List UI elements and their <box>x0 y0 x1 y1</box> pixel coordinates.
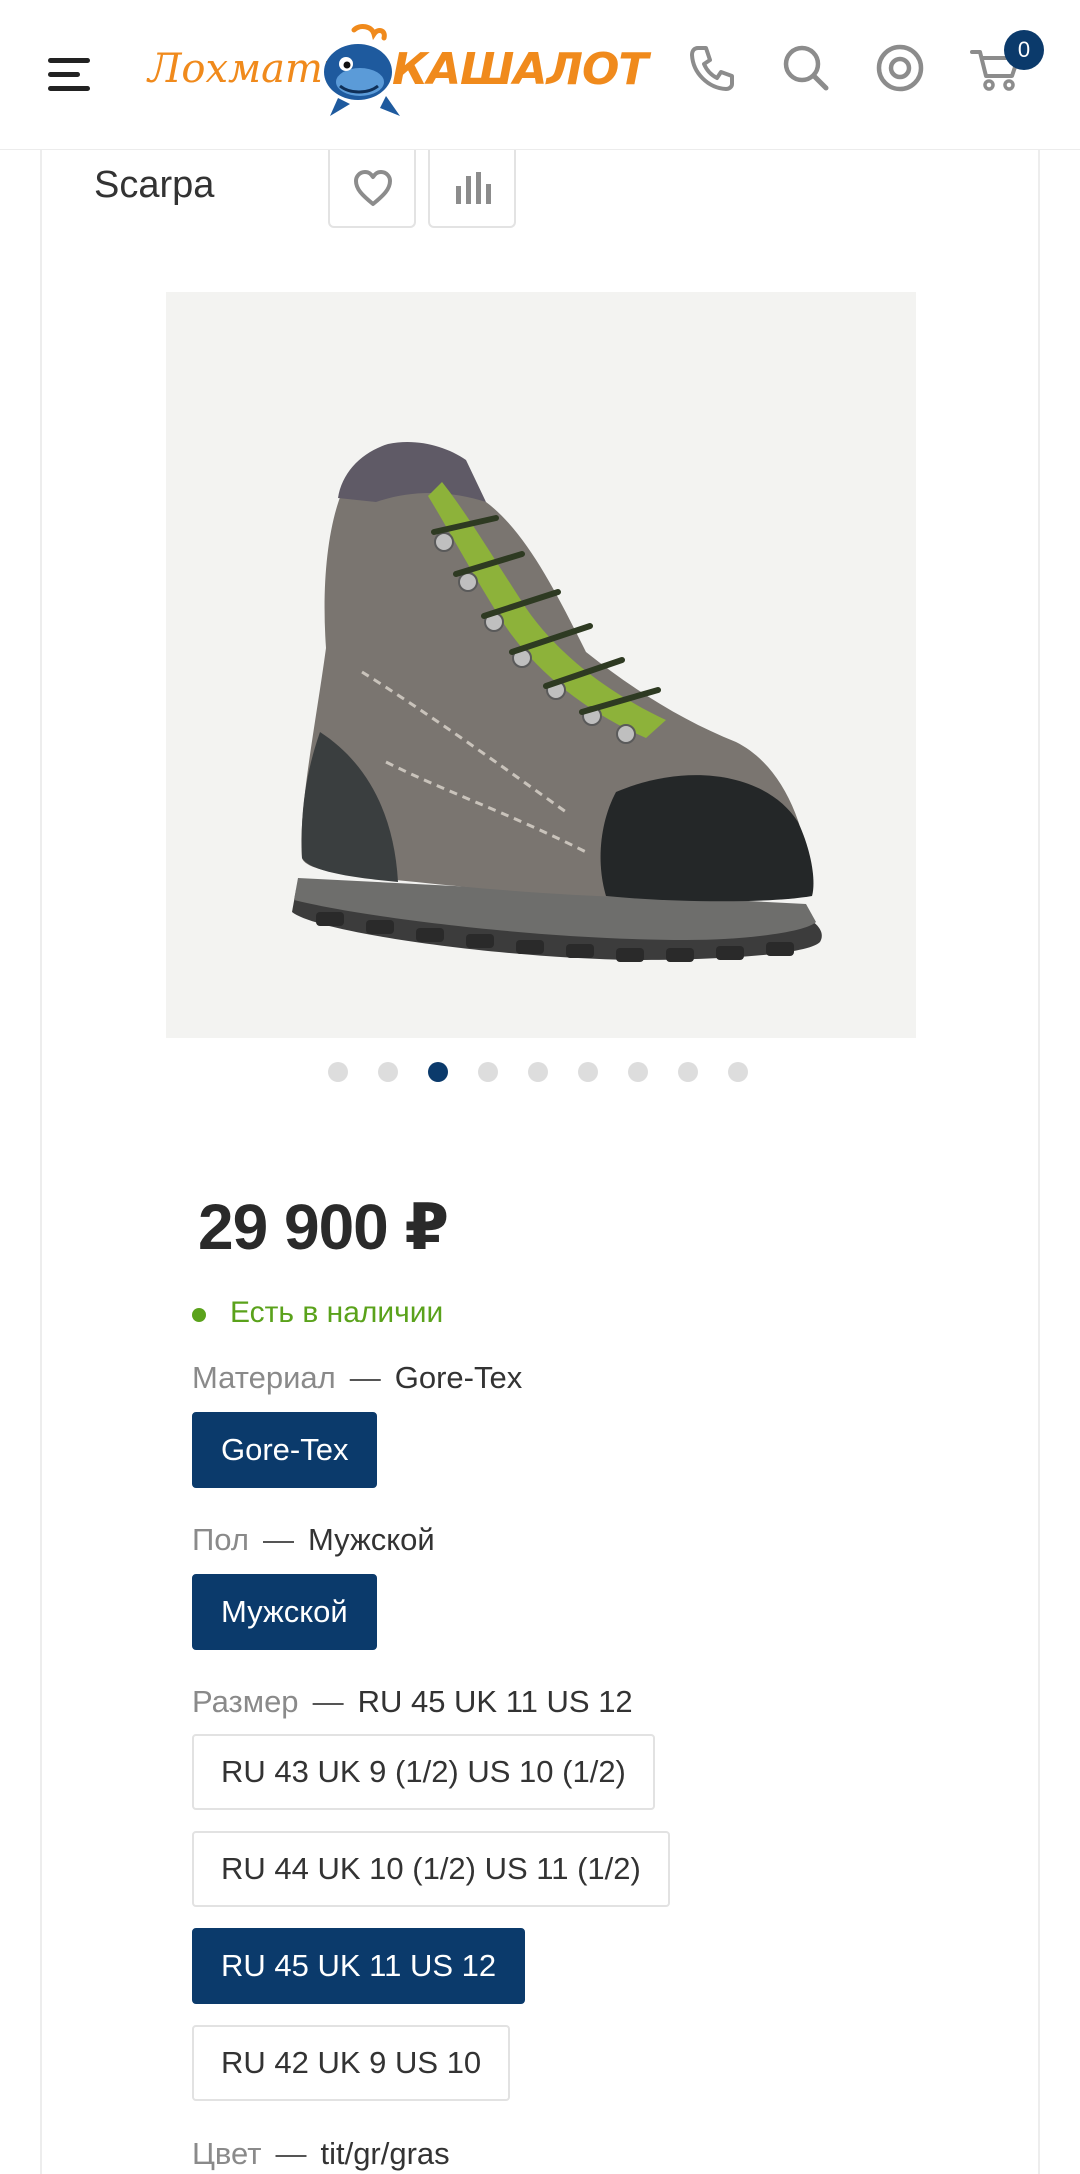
color-label: Цвет <box>192 2136 262 2171</box>
material-property: Материал — Gore-Tex <box>192 1360 522 1396</box>
gender-label: Пол <box>192 1522 249 1557</box>
pagination-dot[interactable] <box>628 1062 648 1082</box>
menu-icon[interactable] <box>48 58 92 92</box>
search-icon[interactable] <box>778 40 834 96</box>
size-option[interactable]: RU 42 UK 9 US 10 <box>192 2025 511 2101</box>
logo[interactable]: Лохматый КАШАЛОТ <box>148 24 648 124</box>
cart-count-badge[interactable]: 0 <box>1004 30 1044 70</box>
header: Лохматый КАШАЛОТ 0 <box>0 0 1080 150</box>
pagination-dot[interactable] <box>528 1062 548 1082</box>
separator-dash: — <box>312 1684 344 1719</box>
size-option-selected[interactable]: RU 45 UK 11 US 12 <box>192 1928 526 2004</box>
separator-dash: — <box>275 2136 307 2171</box>
separator-dash: — <box>349 1360 381 1395</box>
size-option[interactable]: RU 43 UK 9 (1/2) US 10 (1/2) <box>192 1734 655 1810</box>
material-value: Gore-Tex <box>394 1360 523 1395</box>
product-price: 29 900 ₽ <box>198 1191 449 1263</box>
gender-value: Мужской <box>307 1522 435 1557</box>
heart-icon <box>354 170 392 206</box>
size-property: Размер — RU 45 UK 11 US 12 <box>192 1684 633 1720</box>
pagination-dot[interactable] <box>578 1062 598 1082</box>
pagination-dot-active[interactable] <box>428 1062 448 1082</box>
color-value: tit/gr/gras <box>320 2136 450 2171</box>
in-stock-dot-icon <box>192 1308 206 1322</box>
product-card: Scarpa 29 900 ₽ Есть в наличии Материал … <box>40 150 1040 2174</box>
pagination-dot[interactable] <box>728 1062 748 1082</box>
product-image[interactable] <box>166 292 916 1038</box>
size-value: RU 45 UK 11 US 12 <box>357 1684 633 1719</box>
gender-option-male[interactable]: Мужской <box>192 1574 377 1650</box>
compare-chart-icon <box>456 172 491 204</box>
color-property: Цвет — tit/gr/gras <box>192 2136 450 2172</box>
size-label: Размер <box>192 1684 299 1719</box>
logo-word-2: КАШАЛОТ <box>392 44 648 95</box>
pagination-dot[interactable] <box>478 1062 498 1082</box>
stock-status-text: Есть в наличии <box>230 1296 444 1329</box>
compare-button[interactable] <box>428 150 516 228</box>
product-brand[interactable]: Scarpa <box>94 164 214 207</box>
phone-icon[interactable] <box>684 40 740 96</box>
pagination-dot[interactable] <box>378 1062 398 1082</box>
hiking-boot-image <box>292 441 822 962</box>
gender-property: Пол — Мужской <box>192 1522 435 1558</box>
pagination-dot[interactable] <box>328 1062 348 1082</box>
separator-dash: — <box>262 1522 294 1557</box>
favorite-button[interactable] <box>328 150 416 228</box>
account-icon[interactable] <box>872 40 928 96</box>
material-label: Материал <box>192 1360 336 1395</box>
size-option[interactable]: RU 44 UK 10 (1/2) US 11 (1/2) <box>192 1831 670 1907</box>
pagination-dot[interactable] <box>678 1062 698 1082</box>
material-option-gore-tex[interactable]: Gore-Tex <box>192 1412 378 1488</box>
